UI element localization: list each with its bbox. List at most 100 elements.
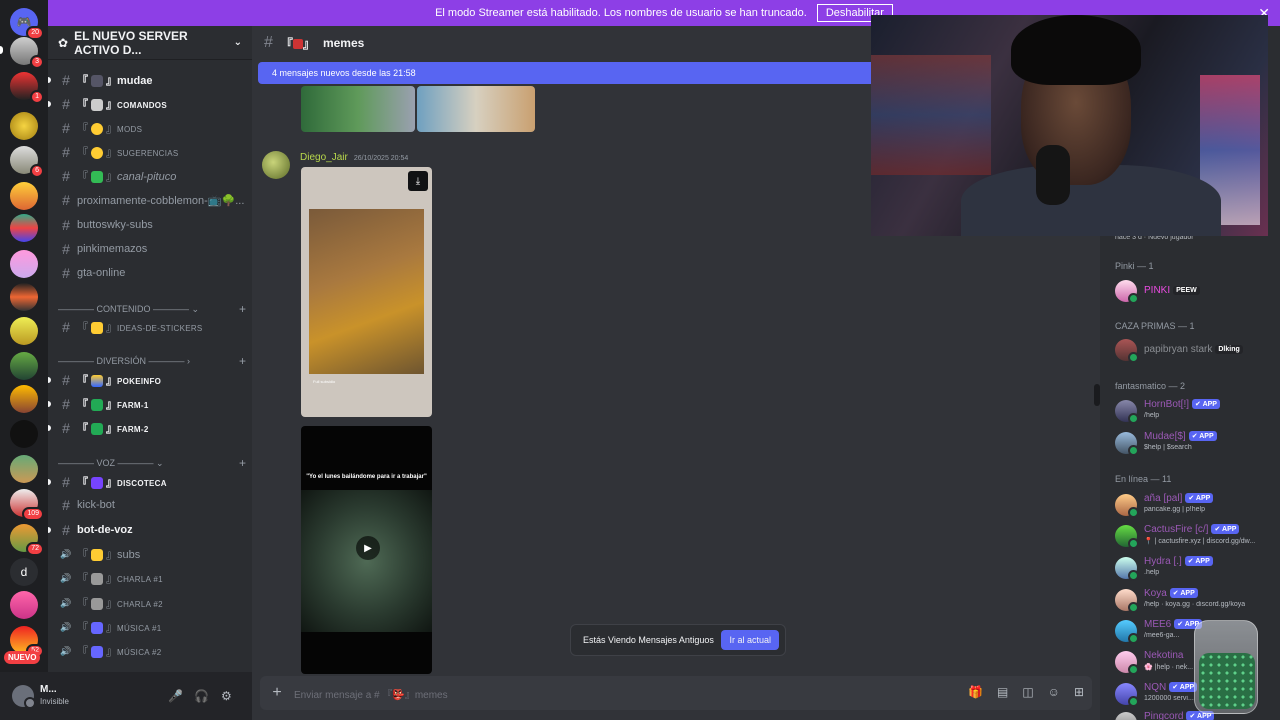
server-icon[interactable] (10, 455, 38, 483)
channel-comandos[interactable]: # 『』COMANDOS (48, 93, 252, 115)
server-icon[interactable] (10, 591, 38, 619)
voice-channel-charla-1[interactable]: 🔊 『』CHARLA #1 (48, 567, 252, 589)
server-icon[interactable]: 1 (10, 72, 44, 104)
member-item[interactable]: Koya ✔ APP /help · koya.gg · discord.gg/k… (1115, 587, 1275, 615)
voice-channel-musica-1[interactable]: 🔊 『』MÚSICA #1 (48, 616, 252, 638)
username: M... (40, 684, 57, 695)
gif-icon[interactable]: ▤ (997, 685, 1008, 699)
image-attachment[interactable]: ⤓ Full subsidio (301, 167, 432, 417)
direct-messages-icon[interactable]: 🎮 20 (10, 8, 44, 40)
member-item[interactable]: Hydra [.] ✔ APP .help (1115, 555, 1275, 583)
emoji-icon[interactable]: ☺ (1048, 685, 1060, 699)
channel-ideas-de-stickers[interactable]: # 『』IDEAS-DE-STICKERS (48, 316, 252, 338)
member-status: .help (1144, 569, 1160, 576)
category-contenido[interactable]: ———— CONTENIDO ———— ⌄ + (58, 302, 246, 316)
server-icon-d[interactable]: d (10, 558, 38, 586)
avatar[interactable] (12, 685, 36, 709)
server-icon[interactable]: 3 (10, 37, 44, 69)
server-icon[interactable] (10, 214, 38, 242)
server-icon[interactable] (10, 283, 38, 311)
server-icon[interactable]: 6 (10, 146, 44, 178)
avatar (1115, 525, 1139, 549)
message-author[interactable]: Diego_Jair (300, 152, 348, 163)
add-attachment-icon[interactable]: + (260, 684, 294, 702)
channel-kick-bot[interactable]: # kick-bot (48, 494, 252, 516)
channel-mods[interactable]: # 『』MODS (48, 117, 252, 139)
user-names[interactable]: M... Invisible (40, 684, 69, 708)
server-icon[interactable] (10, 250, 38, 278)
voice-channel-subs[interactable]: 🔊 『』subs (48, 543, 252, 565)
server-icon[interactable]: 52 (10, 626, 44, 658)
channel-label: MÚSICA #2 (117, 648, 162, 657)
message-composer[interactable]: + Enviar mensaje a # 『👺』memes 🎁 ▤ ◫ ☺ ⊞ (260, 676, 1092, 710)
channel-discoteca[interactable]: # 『』DISCOTECA (48, 471, 252, 493)
new-messages-bar[interactable]: 4 mensajes nuevos desde las 21:58 (258, 62, 878, 84)
member-item[interactable]: papibryan stark Dlking (1115, 337, 1275, 365)
member-item[interactable]: PINKI PEEW (1115, 278, 1275, 306)
server-icon[interactable] (10, 182, 38, 210)
channel-pokeinfo[interactable]: # 『』POKEINFO (48, 369, 252, 391)
headset-icon[interactable]: 🎧 (194, 689, 209, 703)
channel-proximamente-cobblemon[interactable]: # proximamente-cobblemon-📺🌳... (48, 189, 252, 211)
image-attachment[interactable] (301, 86, 415, 132)
category-voz[interactable]: ———— VOZ ———— ⌄ + (58, 456, 246, 470)
guild-header[interactable]: ✿ EL NUEVO SERVER ACTIVO D... ⌄ (48, 26, 252, 60)
app-tag: ✔ APP (1185, 493, 1214, 504)
apps-icon[interactable]: ⊞ (1074, 685, 1084, 699)
jar-beads (1199, 653, 1255, 709)
channel-mudae[interactable]: # 『』mudae (48, 69, 252, 91)
sticker-icon[interactable]: ◫ (1022, 685, 1033, 699)
webcam-person-hair (1011, 15, 1141, 85)
category-diversion[interactable]: ———— DIVERSIÓN ———— › + (58, 354, 246, 368)
video-attachment[interactable]: "Yo el lunes bailándome para ir a trabaj… (301, 426, 432, 674)
jump-to-present-button[interactable]: Ir al actual (721, 630, 779, 650)
mic-icon[interactable]: 🎤 (168, 689, 183, 703)
play-icon[interactable]: ▶ (356, 536, 380, 560)
message-input[interactable]: Enviar mensaje a # 『👺』memes (294, 686, 448, 701)
gear-icon[interactable]: ⚙ (221, 689, 232, 703)
avatar (1115, 557, 1139, 581)
server-badge: 6 (30, 164, 44, 178)
member-name: Pingcord (1144, 711, 1184, 720)
channel-bot-de-voz[interactable]: # bot-de-voz (48, 519, 252, 541)
gift-icon[interactable]: 🎁 (968, 685, 983, 699)
server-icon[interactable]: 109 (10, 489, 44, 521)
app-tag: ✔ APP (1169, 588, 1198, 599)
download-icon[interactable]: ⤓ (408, 171, 428, 191)
server-icon[interactable]: 72 (10, 524, 44, 556)
member-item[interactable]: CactusFire [c/] ✔ APP 📍 | cactusfire.xyz … (1115, 523, 1275, 551)
member-status: pancake.gg | p!help (1144, 506, 1205, 513)
channel-label: bot-de-voz (77, 524, 133, 536)
image-attachment[interactable] (417, 86, 535, 132)
channel-gta-online[interactable]: # gta-online (48, 262, 252, 284)
server-icon[interactable] (10, 317, 38, 345)
server-icon[interactable] (10, 420, 38, 448)
channel-label: MÚSICA #1 (117, 624, 162, 633)
channel-farm-2[interactable]: # 『』FARM-2 (48, 417, 252, 439)
member-item[interactable]: HornBot[!] ✔ APP /help (1115, 398, 1275, 426)
server-icon[interactable] (10, 385, 38, 413)
hash-icon: # (62, 144, 70, 160)
server-icon[interactable] (10, 112, 38, 140)
voice-channel-charla-2[interactable]: 🔊 『』CHARLA #2 (48, 592, 252, 614)
member-item[interactable]: aña [pal] ✔ APP pancake.gg | p!help (1115, 492, 1275, 520)
discord-app: 🎮 20 3 1 6 109 72 d 52 NUEVO El modo Str… (0, 0, 1280, 720)
channel-canal-pituco[interactable]: # 『』canal-pituco (48, 165, 252, 187)
channel-buttoswky-subs[interactable]: # buttoswky-subs (48, 214, 252, 236)
channel-pinkimemazos[interactable]: # pinkimemazos (48, 238, 252, 260)
add-channel-icon[interactable]: + (239, 302, 246, 316)
voice-channel-musica-2[interactable]: 🔊 『』MÚSICA #2 (48, 640, 252, 662)
channel-farm-1[interactable]: # 『』FARM-1 (48, 393, 252, 415)
member-name-wrap: NQN ✔ APP (1144, 682, 1198, 693)
channel-sugerencias[interactable]: # 『』SUGERENCIAS (48, 141, 252, 163)
member-name: CactusFire [c/] (1144, 524, 1209, 535)
member-item[interactable]: Mudae[$] ✔ APP $help | $search (1115, 430, 1275, 458)
server-icon[interactable] (10, 352, 38, 380)
member-name: aña [pal] (1144, 493, 1183, 504)
add-channel-icon[interactable]: + (239, 354, 246, 368)
avatar (1115, 280, 1139, 304)
viewing-text: Estás Viendo Mensajes Antiguos (583, 635, 714, 645)
add-channel-icon[interactable]: + (239, 456, 246, 470)
app-tag: ✔ APP (1192, 399, 1220, 410)
avatar[interactable] (262, 151, 290, 179)
